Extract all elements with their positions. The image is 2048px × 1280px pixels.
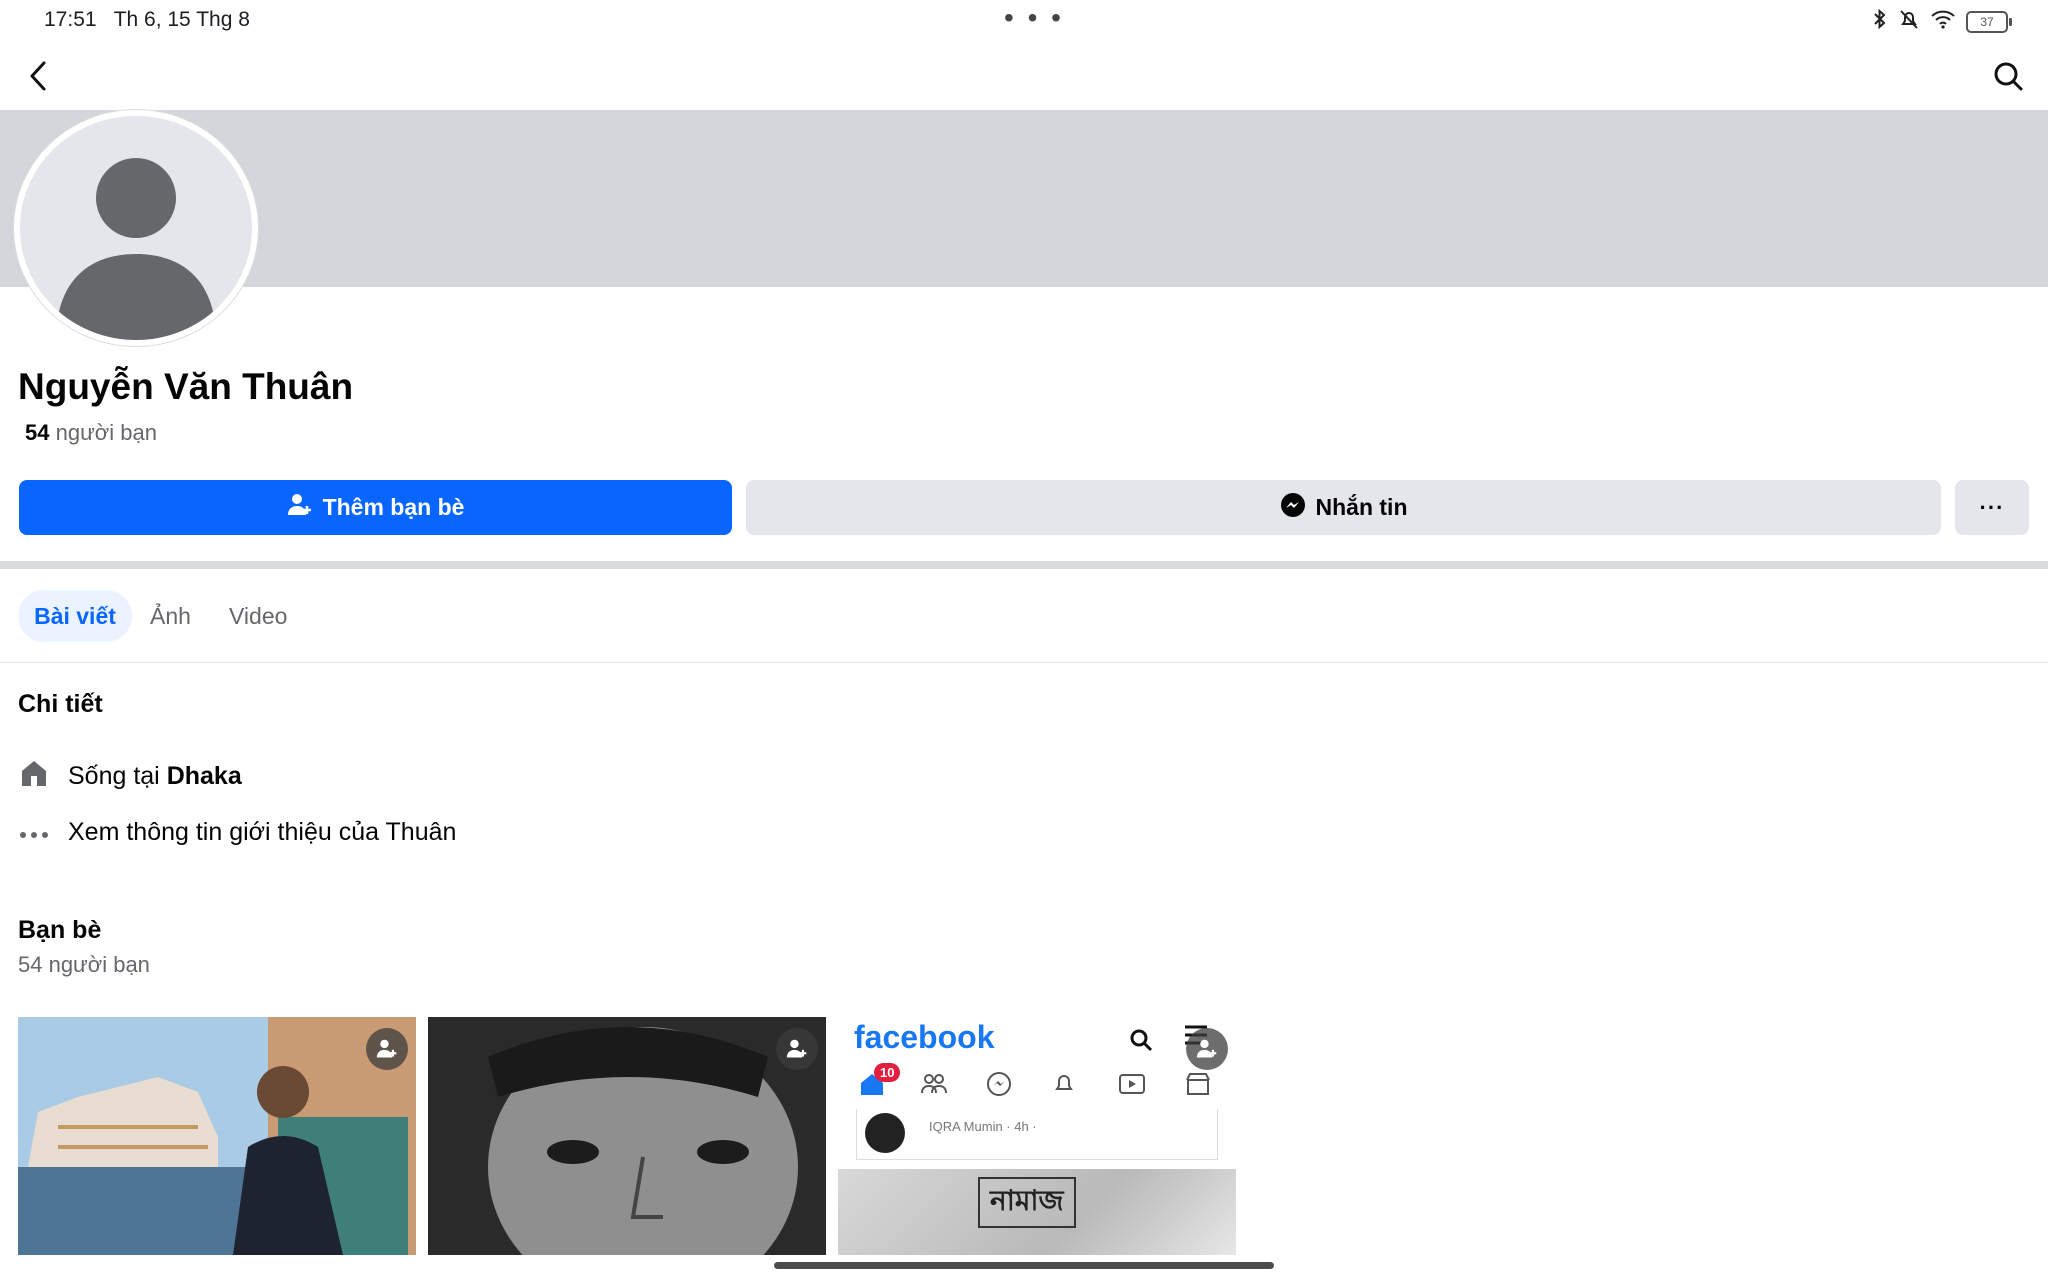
friends-subtitle: 54 người bạn: [18, 952, 150, 977]
battery-icon: 37: [1966, 11, 2012, 33]
post-author: IQRA Mumin · 4h ·: [929, 1119, 1037, 1134]
home-indicator[interactable]: [774, 1262, 1274, 1269]
add-friend-badge-icon[interactable]: [1186, 1028, 1228, 1070]
friends-icon: [920, 1073, 948, 1100]
friend-tile[interactable]: [428, 1017, 826, 1255]
tab-posts[interactable]: Bài viết: [18, 590, 132, 642]
messenger-icon: [986, 1071, 1012, 1102]
bell-icon: [1052, 1071, 1076, 1102]
more-icon: ···: [1979, 494, 2005, 520]
bluetooth-icon: [1872, 8, 1888, 36]
cover-photo[interactable]: [0, 110, 2048, 287]
marketplace-icon: [1184, 1071, 1212, 1102]
add-friend-label: Thêm bạn bè: [322, 494, 465, 520]
message-button[interactable]: Nhắn tin: [746, 480, 1941, 535]
add-friend-badge-icon[interactable]: [366, 1028, 408, 1070]
friend-tile[interactable]: facebook 10 IQRA Mumin · 4h · নামাজ: [838, 1017, 1236, 1255]
section-divider: [0, 561, 2048, 569]
messenger-icon: [1280, 492, 1306, 524]
profile-name: Nguyễn Văn Thuân: [18, 366, 354, 407]
default-avatar-icon: [56, 158, 216, 340]
ellipsis-icon: [18, 818, 50, 847]
friend-count-number: 54: [25, 420, 50, 445]
status-time: 17:51: [44, 8, 97, 31]
chevron-left-icon: [28, 60, 48, 97]
add-friend-badge-icon[interactable]: [776, 1028, 818, 1070]
back-button[interactable]: [18, 56, 58, 100]
status-icons: 37: [1872, 8, 2012, 36]
status-date: Th 6, 15 Thg 8: [113, 8, 250, 31]
bell-muted-icon: [1898, 8, 1920, 36]
status-bar-datetime: 17:51 Th 6, 15 Thg 8: [44, 8, 250, 32]
profile-avatar[interactable]: [14, 110, 258, 346]
add-friend-button[interactable]: Thêm bạn bè: [19, 480, 732, 535]
home-icon: [18, 758, 50, 795]
post-header: IQRA Mumin · 4h ·: [856, 1109, 1218, 1160]
battery-level: 37: [1980, 15, 1994, 29]
wifi-icon: [1930, 9, 1956, 35]
message-label: Nhắn tin: [1315, 494, 1408, 520]
more-options-button[interactable]: ···: [1955, 480, 2029, 535]
details-heading: Chi tiết: [18, 690, 103, 718]
app-tab-bar: 10: [848, 1063, 1228, 1102]
tab-videos[interactable]: Video: [229, 590, 287, 642]
friend-photo-2: [428, 1017, 826, 1255]
see-about-info-link[interactable]: Xem thông tin giới thiệu của Thuân: [18, 818, 456, 847]
friend-tile[interactable]: [18, 1017, 416, 1255]
friends-heading: Bạn bè: [18, 916, 102, 944]
friend-count-label: người bạn: [49, 420, 157, 445]
lives-city: Dhaka: [166, 762, 242, 790]
post-avatar: [865, 1113, 905, 1153]
profile-friend-count[interactable]: 54 người bạn: [25, 420, 157, 446]
search-button[interactable]: [1986, 56, 2030, 100]
about-link-label: Xem thông tin giới thiệu của Thuân: [68, 818, 457, 846]
facebook-logo: facebook: [854, 1019, 995, 1055]
friend-photo-1: [18, 1017, 416, 1255]
search-icon: [1128, 1027, 1154, 1058]
search-icon: [1992, 60, 2024, 97]
add-friend-icon: [287, 492, 313, 524]
notification-badge: 10: [874, 1063, 901, 1082]
tab-photos[interactable]: Ảnh: [150, 590, 191, 642]
post-banner: নামাজ: [838, 1169, 1236, 1255]
detail-lives-in: Sống tại Dhaka: [18, 758, 242, 795]
multitasking-dots[interactable]: • • •: [1004, 2, 1064, 34]
lives-prefix: Sống tại: [68, 762, 167, 790]
post-banner-text: নামাজ: [978, 1177, 1076, 1228]
tabs-divider: [0, 662, 2048, 663]
friend-photo-3: facebook 10 IQRA Mumin · 4h · নামাজ: [838, 1017, 1236, 1255]
video-icon: [1118, 1073, 1146, 1100]
